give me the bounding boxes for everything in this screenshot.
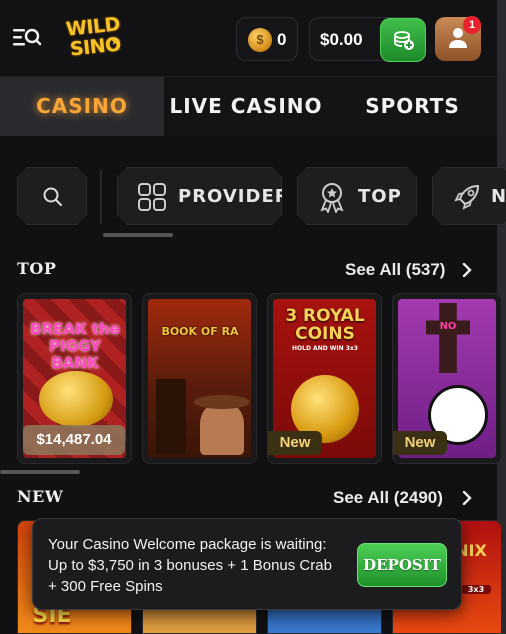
grid-icon [138, 183, 166, 211]
new-filter-label: N [491, 186, 506, 207]
coin-icon: $ [248, 28, 272, 52]
coin-symbol: $ [256, 32, 264, 47]
top-label: TOP [358, 186, 402, 207]
chips-scroll-indicator [103, 233, 173, 237]
tab-live-casino[interactable]: LIVE CASINO [164, 77, 328, 136]
tab-casino[interactable]: CASINO [0, 77, 164, 136]
coin-stack-plus-icon [394, 31, 414, 50]
game-art: BOOK OF RA [148, 299, 251, 458]
top-see-all-link[interactable]: See All (537) [345, 260, 445, 280]
game-art-title: NO [439, 321, 457, 332]
piggy-icon [39, 371, 113, 427]
game-art-subtitle: HOLD AND WIN 3x3 [292, 345, 358, 352]
game-art-title: BREAK the PIGGY BANK [30, 320, 120, 372]
top-chip[interactable]: TOP [297, 167, 417, 225]
cash-balance[interactable]: $0.00 [309, 17, 426, 62]
jackpot-amount: $14,487.04 [23, 425, 125, 455]
main-tabs: CASINO LIVE CASINO SPORTS [0, 77, 497, 136]
game-art-title: BOOK OF RA [161, 325, 239, 338]
game-card[interactable]: 3 ROYAL COINS HOLD AND WIN 3x3 New [267, 293, 382, 464]
welcome-bonus-message: Your Casino Welcome package is waiting: … [48, 536, 332, 595]
game-card[interactable]: NO New [392, 293, 502, 464]
star-icon: ★ [110, 34, 121, 48]
chips-divider [100, 170, 102, 224]
menu-search-icon[interactable] [12, 25, 42, 51]
providers-chip[interactable]: PROVIDERS [117, 167, 282, 225]
new-section-title: NEW [17, 487, 64, 506]
game-card[interactable]: BREAK the PIGGY BANK $14,487.04 [17, 293, 132, 464]
top-header: WILD SINO ★ $ 0 $0.00 1 [0, 0, 506, 77]
game-card[interactable]: BOOK OF RA [142, 293, 257, 464]
coin-count: 0 [277, 30, 287, 49]
top-section-title: TOP [17, 259, 57, 278]
search-icon [42, 186, 64, 208]
temple-shape [156, 379, 186, 454]
providers-label: PROVIDERS [178, 186, 304, 207]
balance-amount: $0.00 [320, 30, 363, 49]
new-see-all-link[interactable]: See All (2490) [333, 488, 443, 508]
explorer-shape [200, 403, 244, 455]
award-icon [318, 181, 346, 213]
deposit-button[interactable]: DEPOSIT [357, 543, 447, 587]
rocket-icon [453, 183, 481, 211]
chevron-right-icon[interactable] [460, 491, 474, 505]
top-row-scroll-indicator [0, 470, 80, 474]
coin-balance[interactable]: $ 0 [236, 17, 298, 61]
cross-shape [426, 303, 470, 373]
game-art-subtitle: 3x3 [461, 585, 491, 594]
tab-sports[interactable]: SPORTS [328, 77, 497, 136]
new-chip[interactable]: N [432, 167, 506, 225]
chevron-right-icon[interactable] [460, 263, 474, 277]
hat-shape [194, 395, 250, 409]
game-art-title: 3 ROYAL COINS [285, 306, 365, 344]
site-logo[interactable]: WILD SINO ★ [62, 13, 124, 64]
notification-badge: 1 [463, 16, 481, 34]
deposit-wallet-button[interactable] [380, 18, 426, 62]
new-badge: New [268, 431, 322, 455]
search-chip[interactable] [17, 167, 87, 225]
new-badge: New [393, 431, 447, 455]
welcome-bonus-toast: Your Casino Welcome package is waiting: … [32, 518, 462, 610]
